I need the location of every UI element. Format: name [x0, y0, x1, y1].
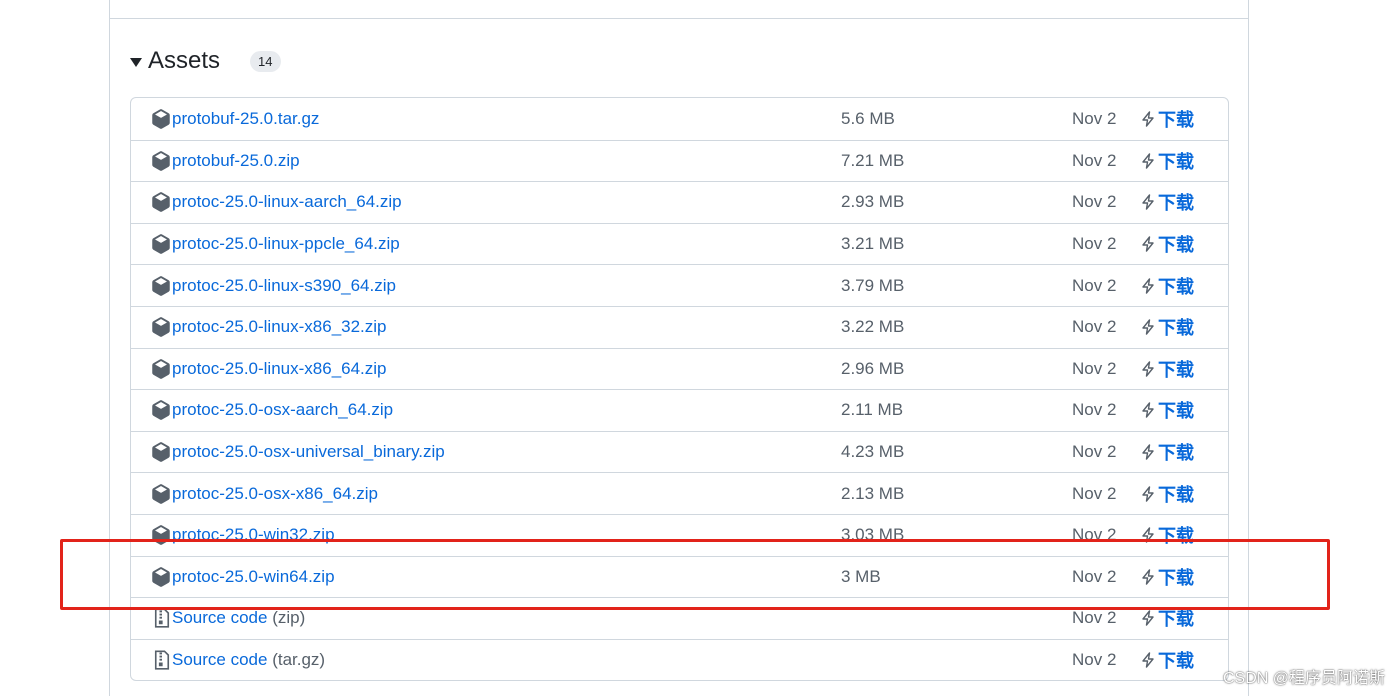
package-icon	[152, 400, 170, 421]
download-button[interactable]: 下载	[1158, 481, 1194, 507]
zap-icon[interactable]	[1140, 277, 1156, 295]
download-button[interactable]: 下载	[1158, 106, 1194, 132]
asset-row: protoc-25.0-linux-x86_32.zip 3.22 MB Nov…	[131, 305, 1228, 348]
zap-icon[interactable]	[1140, 401, 1156, 419]
asset-row: protoc-25.0-linux-ppcle_64.zip 3.21 MB N…	[131, 222, 1228, 265]
asset-link[interactable]: protoc-25.0-linux-s390_64.zip	[172, 276, 396, 296]
asset-link[interactable]: protoc-25.0-linux-ppcle_64.zip	[172, 234, 400, 254]
asset-link[interactable]: protoc-25.0-linux-x86_64.zip	[172, 359, 387, 379]
asset-size: 2.11 MB	[841, 400, 904, 420]
highlight-annotation-box	[60, 539, 1330, 610]
asset-date: Nov 2	[1072, 442, 1117, 462]
asset-date: Nov 2	[1072, 150, 1117, 170]
download-button[interactable]: 下载	[1158, 231, 1194, 257]
asset-date: Nov 2	[1072, 400, 1117, 420]
assets-toggle[interactable]: Assets 14	[130, 44, 281, 78]
download-button[interactable]: 下载	[1158, 647, 1194, 673]
asset-row: protoc-25.0-linux-aarch_64.zip 2.93 MB N…	[131, 181, 1228, 223]
asset-date: Nov 2	[1072, 234, 1117, 254]
asset-row: protobuf-25.0.tar.gz 5.6 MB Nov 2 下载	[131, 98, 1228, 140]
asset-date: Nov 2	[1072, 608, 1117, 628]
zap-icon[interactable]	[1140, 609, 1156, 627]
asset-date: Nov 2	[1072, 275, 1117, 295]
download-button[interactable]: 下载	[1158, 189, 1194, 215]
asset-date: Nov 2	[1072, 483, 1117, 503]
source-code-targz-link[interactable]: Source code (tar.gz)	[172, 650, 325, 670]
download-button[interactable]: 下载	[1158, 273, 1194, 299]
asset-row: protobuf-25.0.zip 7.21 MB Nov 2 下载	[131, 139, 1228, 182]
zap-icon[interactable]	[1140, 443, 1156, 461]
package-icon	[152, 108, 170, 129]
package-icon	[152, 483, 170, 504]
divider	[110, 18, 1248, 19]
asset-link[interactable]: protoc-25.0-osx-x86_64.zip	[172, 484, 378, 504]
triangle-down-icon[interactable]	[130, 57, 142, 67]
asset-size: 2.93 MB	[841, 192, 905, 212]
package-icon	[152, 151, 170, 171]
source-format: (tar.gz)	[272, 650, 326, 670]
asset-link[interactable]: protoc-25.0-osx-universal_binary.zip	[172, 442, 445, 462]
asset-size: 4.23 MB	[841, 442, 905, 462]
zap-icon[interactable]	[1140, 485, 1156, 503]
zap-icon[interactable]	[1140, 651, 1156, 669]
download-button[interactable]: 下载	[1158, 356, 1194, 382]
asset-row: protoc-25.0-osx-aarch_64.zip 2.11 MB Nov…	[131, 389, 1228, 431]
asset-size: 3.21 MB	[841, 234, 905, 254]
source-code-label: Source code	[172, 608, 268, 628]
file-zip-icon	[154, 608, 170, 628]
zap-icon[interactable]	[1140, 235, 1156, 253]
asset-link[interactable]: protoc-25.0-osx-aarch_64.zip	[172, 400, 393, 420]
watermark: CSDN @程序员阿诺斯	[1222, 670, 1385, 687]
asset-row: protoc-25.0-linux-s390_64.zip 3.79 MB No…	[131, 264, 1228, 306]
asset-size: 2.96 MB	[841, 358, 905, 378]
asset-size: 5.6 MB	[841, 108, 895, 128]
assets-title: Assets	[148, 47, 221, 74]
asset-date: Nov 2	[1072, 192, 1117, 212]
asset-date: Nov 2	[1072, 108, 1117, 128]
zap-icon[interactable]	[1140, 110, 1156, 128]
asset-size: 3.79 MB	[841, 275, 905, 295]
zap-icon[interactable]	[1140, 152, 1156, 170]
asset-row: protoc-25.0-osx-x86_64.zip 2.13 MB Nov 2…	[131, 472, 1228, 514]
asset-row: protoc-25.0-osx-universal_binary.zip 4.2…	[131, 430, 1228, 473]
package-icon	[152, 359, 170, 379]
source-format: (zip)	[272, 608, 306, 628]
download-button[interactable]: 下载	[1158, 439, 1194, 465]
asset-date: Nov 2	[1072, 650, 1117, 670]
asset-date: Nov 2	[1072, 317, 1117, 337]
asset-link[interactable]: protoc-25.0-linux-aarch_64.zip	[172, 192, 402, 212]
package-icon	[152, 317, 170, 338]
download-button[interactable]: 下载	[1158, 148, 1194, 174]
package-icon	[152, 192, 170, 213]
package-icon	[152, 275, 170, 296]
download-button[interactable]: 下载	[1158, 314, 1194, 340]
file-zip-icon	[154, 650, 170, 670]
source-code-label: Source code	[172, 650, 268, 670]
asset-size: 3.22 MB	[841, 317, 905, 337]
zap-icon[interactable]	[1140, 318, 1156, 336]
zap-icon[interactable]	[1140, 360, 1156, 378]
download-button[interactable]: 下载	[1158, 397, 1194, 423]
package-icon	[152, 442, 170, 462]
asset-link[interactable]: protoc-25.0-linux-x86_32.zip	[172, 317, 387, 337]
source-code-zip-link[interactable]: Source code (zip)	[172, 608, 305, 628]
source-row: Source code (tar.gz) Nov 2 下载	[131, 638, 1228, 681]
asset-link[interactable]: protobuf-25.0.zip	[172, 151, 300, 171]
assets-count-badge: 14	[250, 50, 281, 72]
zap-icon[interactable]	[1140, 193, 1156, 211]
package-icon	[152, 234, 170, 254]
asset-link[interactable]: protobuf-25.0.tar.gz	[172, 109, 319, 129]
asset-date: Nov 2	[1072, 358, 1117, 378]
asset-size: 2.13 MB	[841, 483, 905, 503]
asset-size: 7.21 MB	[841, 150, 905, 170]
asset-row: protoc-25.0-linux-x86_64.zip 2.96 MB Nov…	[131, 347, 1228, 390]
